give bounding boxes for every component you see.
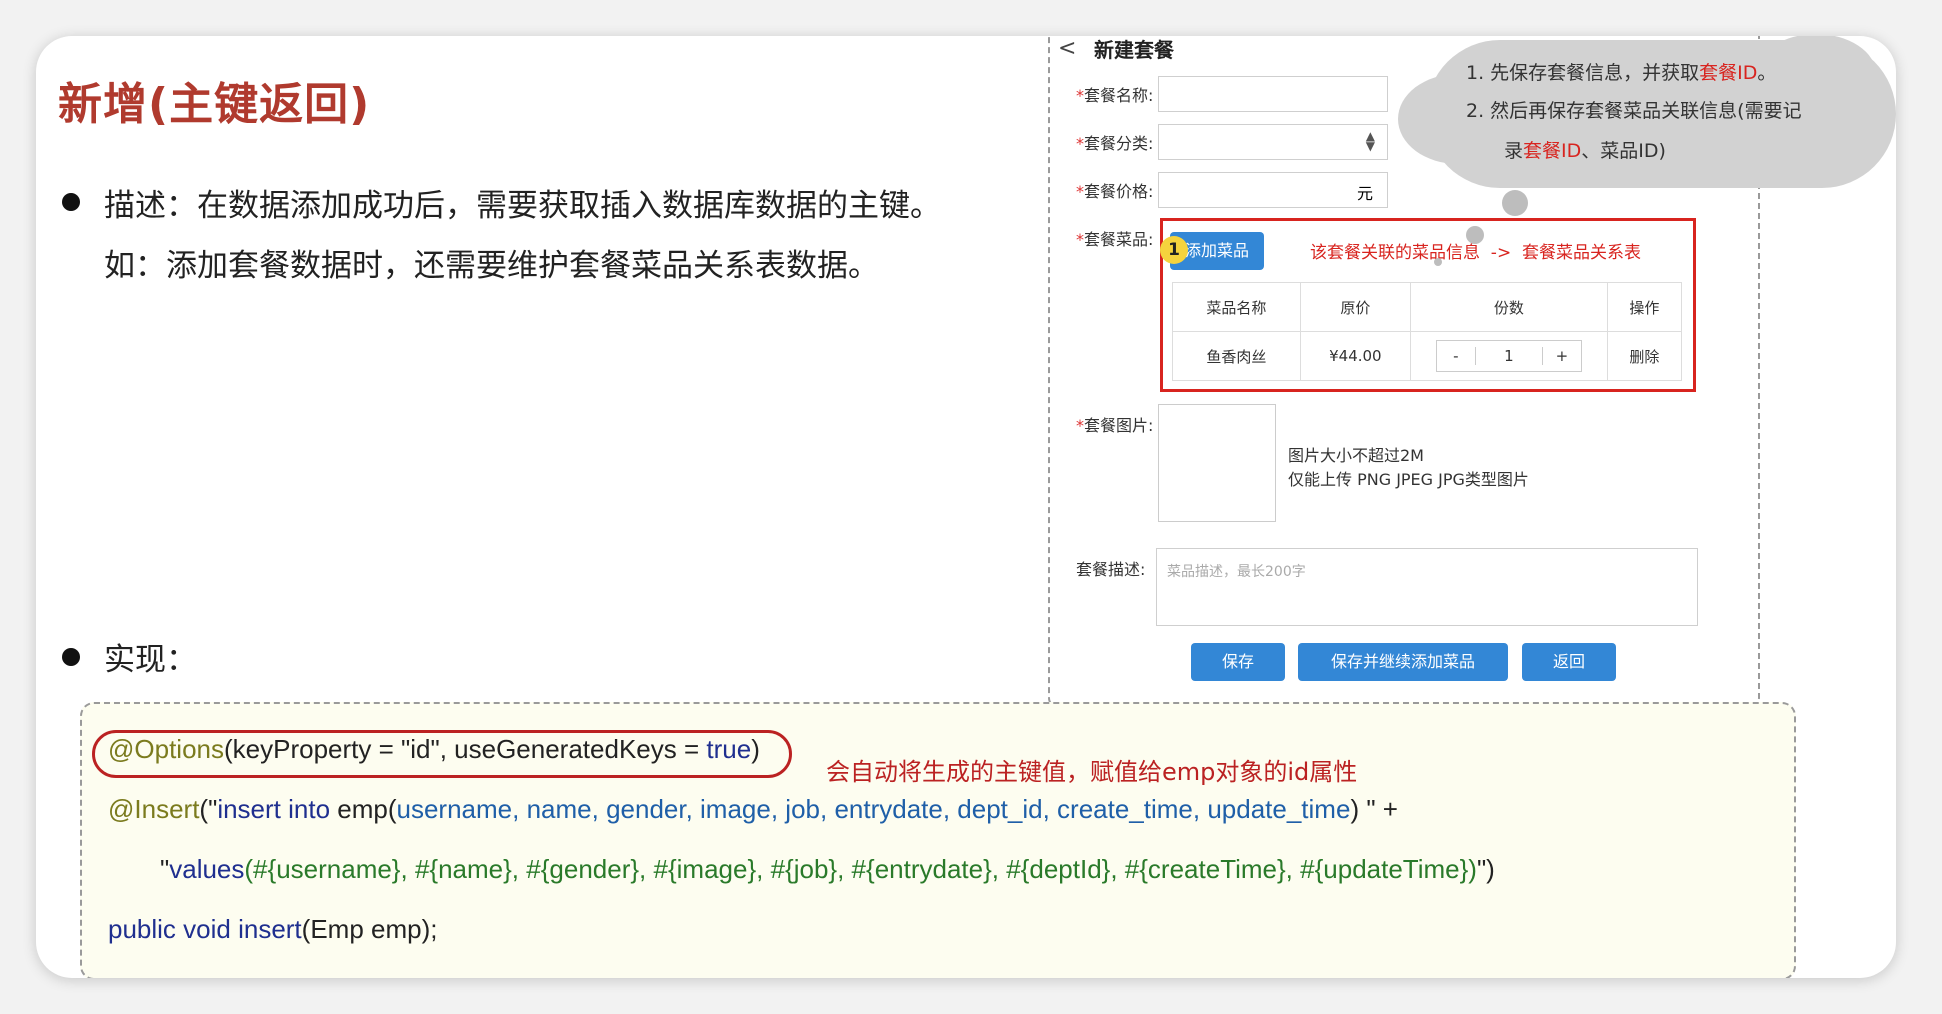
description-line-2: 如：添加套餐数据时，还需要维护套餐菜品关系表数据。 xyxy=(104,248,879,284)
back-arrow-icon[interactable]: < xyxy=(1058,36,1076,61)
save-continue-button[interactable]: 保存并继续添加菜品 xyxy=(1298,643,1508,681)
label-combo-dishes: *套餐菜品: xyxy=(1076,230,1154,249)
decor-dot xyxy=(1466,226,1484,244)
qty-minus-button[interactable]: - xyxy=(1437,347,1476,365)
combo-category-select[interactable]: ▲ ▼ xyxy=(1158,124,1388,160)
code-line-method: public void insert(Emp emp); xyxy=(108,914,438,944)
description: 描述：在数据添加成功后，需要获取插入数据库数据的主键。 如：添加套餐数据时，还需… xyxy=(104,176,941,296)
label-combo-name: *套餐名称: xyxy=(1076,86,1154,105)
save-button[interactable]: 保存 xyxy=(1191,643,1285,681)
label-combo-desc: 套餐描述: xyxy=(1076,560,1146,579)
description-line-1: 描述：在数据添加成功后，需要获取插入数据库数据的主键。 xyxy=(104,188,941,224)
combo-name-input[interactable] xyxy=(1158,76,1388,112)
column-header: 原价 xyxy=(1299,282,1412,332)
slide: 新增(主键返回) 描述：在数据添加成功后，需要获取插入数据库数据的主键。 如：添… xyxy=(36,36,1896,978)
combo-price-input[interactable]: 元 xyxy=(1158,172,1388,208)
primary-key-note: 会自动将生成的主键值，赋值给emp对象的id属性 xyxy=(826,758,1358,786)
delete-link[interactable]: 删除 xyxy=(1606,331,1683,381)
qty-value[interactable]: 1 xyxy=(1476,347,1542,365)
decor-dot xyxy=(1502,190,1528,216)
desc-placeholder: 菜品描述，最长200字 xyxy=(1167,564,1306,580)
table-row: 鱼香肉丝 ¥44.00 - 1 + 删除 xyxy=(1172,331,1683,381)
price-unit: 元 xyxy=(1356,184,1373,203)
column-header: 菜品名称 xyxy=(1172,282,1301,332)
image-upload-box[interactable] xyxy=(1158,404,1276,522)
return-button[interactable]: 返回 xyxy=(1522,643,1616,681)
implementation-label: 实现： xyxy=(104,642,197,678)
qty-plus-button[interactable]: + xyxy=(1541,347,1581,365)
code-block: @Options(keyProperty = "id", useGenerate… xyxy=(80,702,1796,978)
cloud-line-3: 录套餐ID、菜品ID) xyxy=(1504,140,1666,162)
annotation-cloud: 1. 先保存套餐信息，并获取套餐ID。 2. 然后再保存套餐菜品关联信息(需要记… xyxy=(1398,36,1896,188)
decor-dot xyxy=(1434,258,1442,266)
quantity-stepper: - 1 + xyxy=(1435,340,1582,372)
label-combo-image: *套餐图片: xyxy=(1076,416,1154,435)
label-combo-price: *套餐价格: xyxy=(1076,182,1154,201)
select-arrows-icon: ▲ ▼ xyxy=(1365,129,1375,153)
code-line-insert: @Insert("insert into emp(username, name,… xyxy=(108,794,1398,824)
code-line-values: "values(#{username}, #{name}, #{gender},… xyxy=(160,854,1495,884)
code-line-options: @Options(keyProperty = "id", useGenerate… xyxy=(108,734,760,764)
form-title: 新建套餐 xyxy=(1094,38,1174,62)
bullet-dot xyxy=(62,648,80,666)
slide-title: 新增(主键返回) xyxy=(58,79,371,130)
column-header: 操作 xyxy=(1606,282,1683,332)
bullet-dot xyxy=(62,193,80,211)
combo-desc-textarea[interactable]: 菜品描述，最长200字 xyxy=(1156,548,1698,626)
cloud-line-2: 2. 然后再保存套餐菜品关联信息(需要记 xyxy=(1466,100,1802,122)
table-header-row: 菜品名称 原价 份数 操作 xyxy=(1172,282,1683,332)
label-combo-category: *套餐分类: xyxy=(1076,134,1154,153)
dish-price-cell: ¥44.00 xyxy=(1299,331,1412,381)
step-badge: 1 xyxy=(1160,236,1188,264)
cloud-line-1: 1. 先保存套餐信息，并获取套餐ID。 xyxy=(1466,62,1777,84)
dish-qty-cell: - 1 + xyxy=(1410,331,1608,381)
image-hint-1: 图片大小不超过2M xyxy=(1288,446,1424,465)
dish-name-cell: 鱼香肉丝 xyxy=(1172,331,1301,381)
dish-table: 菜品名称 原价 份数 操作 鱼香肉丝 ¥44.00 - 1 + 删除 xyxy=(1172,282,1683,381)
image-hint-2: 仅能上传 PNG JPEG JPG类型图片 xyxy=(1288,470,1529,489)
column-header: 份数 xyxy=(1410,282,1608,332)
